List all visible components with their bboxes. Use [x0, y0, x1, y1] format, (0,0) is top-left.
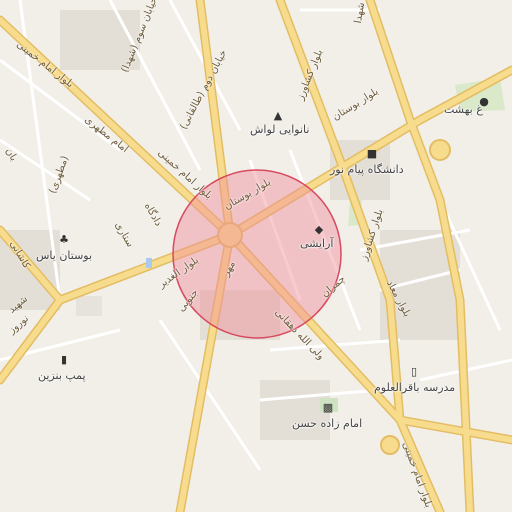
shrine-icon[interactable]: ▩ — [322, 402, 334, 414]
poi-label-school[interactable]: مدرسه باقرالعلوم — [374, 382, 455, 393]
shop-icon[interactable]: ◆ — [313, 224, 325, 236]
poi-label-shrine[interactable]: امام زاده حسن — [292, 418, 362, 429]
map-canvas[interactable]: ▲ ■ ◆ ♣ ▮ ▯ ▩ ● نانوایی لواش دانشگاه پیا… — [0, 0, 512, 512]
poi-label-shop[interactable]: آرایشی — [300, 238, 333, 249]
roundabout — [380, 435, 400, 455]
poi-label-fuel[interactable]: پمپ بنزین — [38, 370, 86, 381]
university-icon[interactable]: ■ — [366, 148, 378, 160]
school-icon[interactable]: ▯ — [408, 366, 420, 378]
bakery-icon[interactable]: ▲ — [272, 110, 284, 122]
poi-label-bakery[interactable]: نانوایی لواش — [250, 124, 309, 135]
water-marker — [146, 258, 152, 268]
poi-label-university[interactable]: دانشگاه پیام نور — [330, 164, 404, 175]
poi-label-behesht[interactable]: غ بهشت — [444, 104, 483, 115]
park-tree-icon[interactable]: ♣ — [58, 234, 70, 246]
poi-label-park[interactable]: بوستان یاس — [36, 250, 92, 261]
fuel-icon[interactable]: ▮ — [58, 354, 70, 366]
roundabout — [429, 139, 451, 161]
